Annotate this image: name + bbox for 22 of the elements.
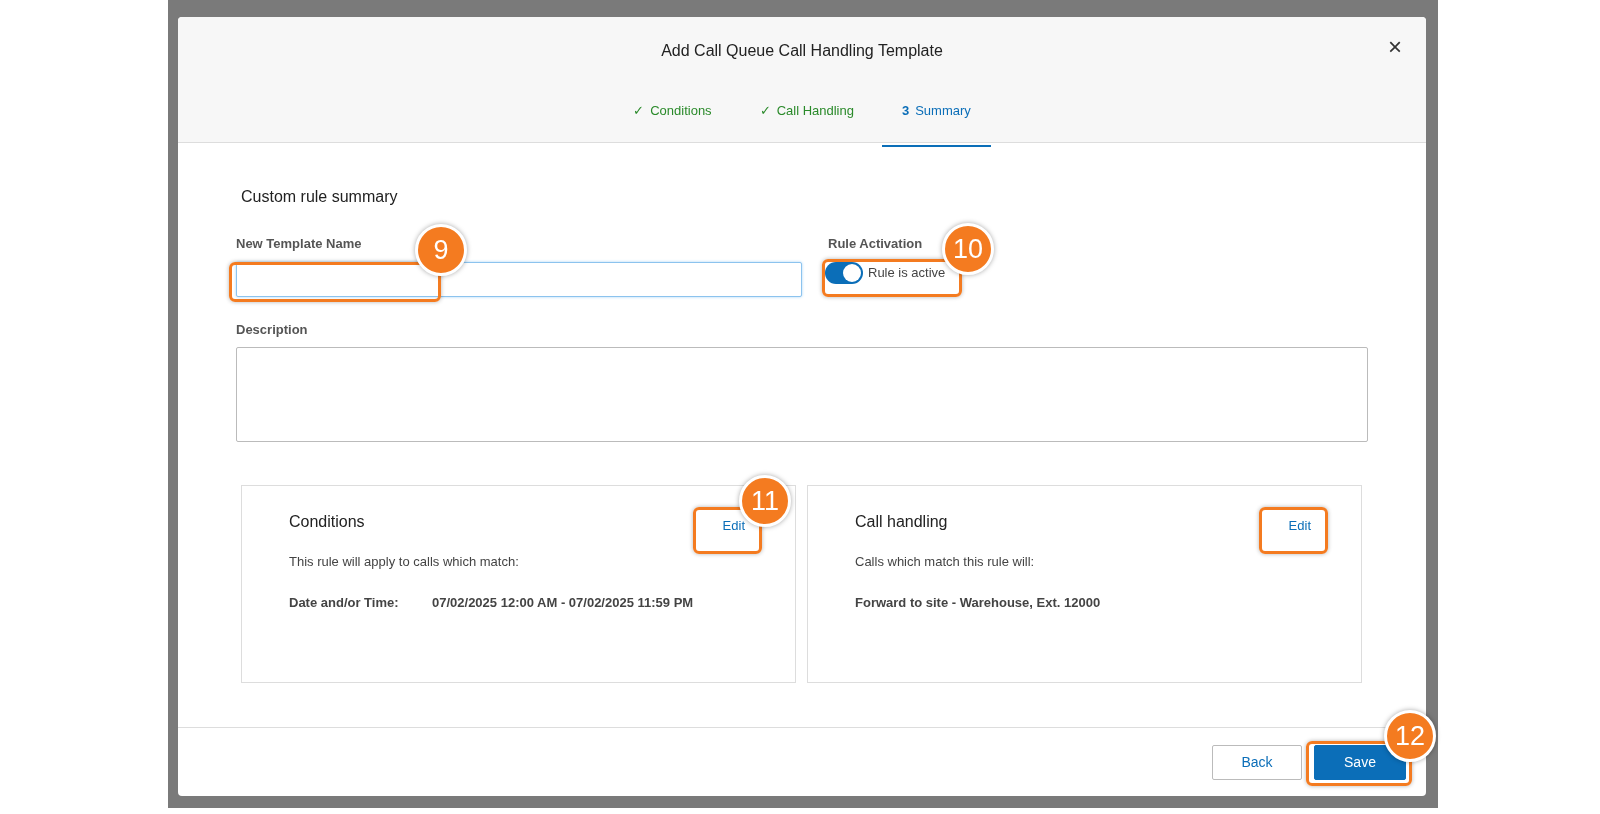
detail-label: Date and/or Time:	[289, 594, 400, 612]
card-text: Calls which match this rule will:	[855, 552, 1036, 571]
field-label: Description	[236, 320, 308, 339]
back-button[interactable]: Back	[1212, 744, 1302, 780]
detail-value: Forward to site - Warehouse, Ext. 12000	[855, 594, 1101, 612]
card-title: Call handling	[855, 512, 948, 532]
description-field[interactable]	[236, 347, 1368, 442]
template-name-field[interactable]	[236, 261, 802, 297]
detail-value: 07/02/2025 12:00 AM - 07/02/2025 11:59 PM	[432, 594, 694, 612]
field-label: New Template Name	[236, 235, 362, 253]
section-heading: Custom rule summary	[241, 187, 399, 207]
field-label: Rule Activation	[828, 235, 923, 253]
step-tab[interactable]: ✓ Call Handling	[739, 97, 874, 147]
dialog-title: Add Call Queue Call Handling Template	[661, 41, 943, 61]
close-button[interactable]: ×	[1384, 35, 1406, 59]
toggle-switch[interactable]	[825, 261, 863, 284]
highlight-frame	[1259, 507, 1328, 554]
save-button[interactable]: Save	[1314, 744, 1406, 780]
step-tab[interactable]: 3 Summary	[881, 97, 991, 147]
card-title: Conditions	[289, 512, 365, 532]
step-tab[interactable]: ✓ Conditions	[613, 97, 732, 147]
card-text: This rule will apply to calls which match:	[289, 552, 520, 571]
